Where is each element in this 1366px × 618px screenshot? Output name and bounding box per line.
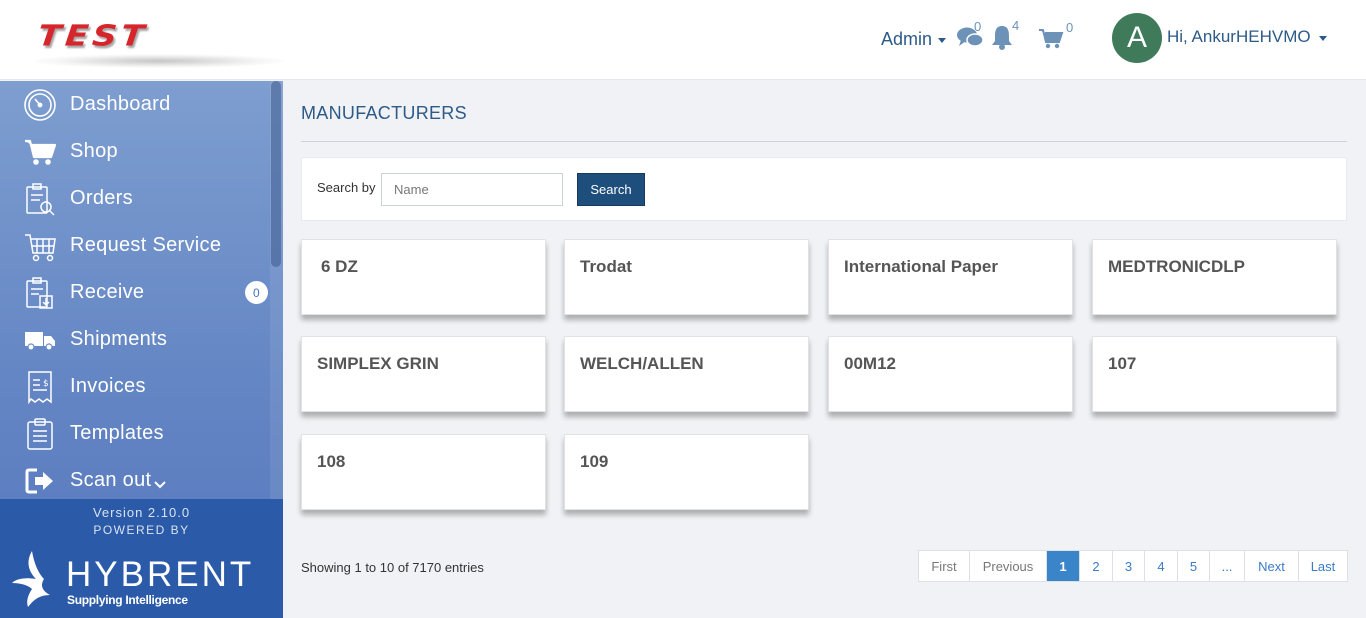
- sidebar-item-dashboard[interactable]: Dashboard: [0, 81, 270, 128]
- powered-by-text: POWERED BY: [93, 523, 190, 537]
- sidebar-item-orders[interactable]: Orders: [0, 175, 270, 222]
- manufacturer-card[interactable]: International Paper: [828, 239, 1073, 315]
- cart-icon[interactable]: [1038, 28, 1064, 55]
- manufacturer-name: 109: [580, 452, 609, 471]
- manufacturer-name: International Paper: [844, 257, 998, 276]
- chevron-down-icon: [154, 473, 166, 496]
- user-greeting: Hi, AnkurHEHVMO: [1167, 27, 1311, 46]
- invoice-receipt-icon: $: [22, 369, 58, 405]
- manufacturer-name: WELCH/ALLEN: [580, 354, 704, 373]
- sidebar-item-label: Shipments: [70, 328, 168, 350]
- manufacturer-card[interactable]: WELCH/ALLEN: [564, 336, 809, 412]
- sidebar: Dashboard Shop Orders Request Service Re…: [0, 81, 283, 618]
- sidebar-item-label: Shop: [70, 140, 118, 162]
- sidebar-item-label: Invoices: [70, 375, 146, 397]
- version-text: Version 2.10.0: [92, 505, 191, 520]
- page-4[interactable]: 4: [1145, 551, 1178, 581]
- messages-count: 0: [974, 19, 982, 34]
- sidebar-item-label: Templates: [70, 422, 164, 444]
- manufacturer-name: 00M12: [844, 354, 896, 373]
- manufacturer-card[interactable]: MEDTRONICDLP: [1092, 239, 1337, 315]
- shopping-cart-icon: [22, 134, 58, 170]
- manufacturer-card[interactable]: 109: [564, 434, 809, 510]
- admin-menu[interactable]: Admin: [881, 29, 947, 50]
- hybrent-tagline: Supplying Intelligence: [67, 593, 188, 607]
- sidebar-item-label: Receive: [70, 281, 145, 303]
- manufacturer-name: 108: [317, 452, 346, 471]
- cart-count: 0: [1066, 20, 1074, 35]
- page-ellipsis[interactable]: ...: [1210, 551, 1245, 581]
- title-divider: [301, 141, 1347, 142]
- caret-down-icon: [938, 38, 947, 43]
- manufacturer-card[interactable]: Trodat: [564, 239, 809, 315]
- sidebar-item-label: Scan out: [70, 469, 152, 491]
- manufacturer-card[interactable]: 00M12: [828, 336, 1073, 412]
- entries-info: Showing 1 to 10 of 7170 entries: [301, 560, 484, 575]
- manufacturer-name: 107: [1108, 354, 1137, 373]
- manufacturer-card[interactable]: 108: [301, 434, 546, 510]
- user-menu[interactable]: Hi, AnkurHEHVMO: [1167, 27, 1327, 47]
- page-first[interactable]: First: [919, 551, 970, 581]
- clipboard-search-icon: [22, 181, 58, 217]
- avatar[interactable]: A: [1112, 13, 1162, 63]
- hybrent-brand-name: HYBRENT: [66, 555, 255, 594]
- manufacturer-name: Trodat: [580, 257, 632, 276]
- receive-count-badge: 0: [245, 281, 268, 304]
- sidebar-item-request-service[interactable]: Request Service: [0, 222, 270, 269]
- sidebar-item-shop[interactable]: Shop: [0, 128, 270, 175]
- manufacturer-card[interactable]: SIMPLEX GRIN: [301, 336, 546, 412]
- manufacturer-name: MEDTRONICDLP: [1108, 257, 1245, 276]
- page-last[interactable]: Last: [1299, 551, 1347, 581]
- page-5[interactable]: 5: [1178, 551, 1210, 581]
- page-2[interactable]: 2: [1080, 551, 1113, 581]
- search-panel: Search by Search: [301, 157, 1347, 221]
- manufacturer-card[interactable]: 107: [1092, 336, 1337, 412]
- svg-text:$: $: [43, 379, 49, 389]
- search-button[interactable]: Search: [577, 173, 645, 206]
- page-1[interactable]: 1: [1047, 551, 1080, 581]
- pagination: First Previous 1 2 3 4 5 ... Next Last: [918, 550, 1348, 582]
- clipboard-list-icon: [22, 416, 58, 452]
- clipboard-receive-icon: [22, 275, 58, 311]
- dashboard-gauge-icon: [22, 87, 58, 123]
- sidebar-footer: Version 2.10.0 POWERED BY HYBRENT Supply…: [0, 499, 283, 618]
- sidebar-item-label: Orders: [70, 187, 133, 209]
- page-previous[interactable]: Previous: [970, 551, 1047, 581]
- manufacturer-name: 6 DZ: [321, 257, 358, 276]
- sidebar-item-shipments[interactable]: Shipments: [0, 316, 270, 363]
- sidebar-item-invoices[interactable]: $ Invoices: [0, 363, 270, 410]
- truck-icon: [22, 322, 58, 358]
- sidebar-item-label: Request Service: [70, 234, 222, 256]
- notifications-count: 4: [1012, 18, 1020, 33]
- manufacturer-name: SIMPLEX GRIN: [317, 354, 439, 373]
- page-title: MANUFACTURERS: [301, 103, 467, 123]
- page-3[interactable]: 3: [1113, 551, 1145, 581]
- admin-menu-label: Admin: [881, 29, 933, 49]
- sidebar-item-scan-out[interactable]: Scan out: [0, 457, 270, 504]
- search-by-label: Search by: [317, 180, 376, 195]
- top-header: TEST Admin 0 4 0 A Hi, AnkurHEHVMO: [0, 0, 1366, 80]
- sidebar-scroll-thumb[interactable]: [271, 81, 281, 267]
- sign-out-icon: [22, 463, 58, 499]
- bell-icon[interactable]: [990, 24, 1014, 55]
- service-cart-icon: [22, 228, 58, 264]
- manufacturer-card[interactable]: 6 DZ: [301, 239, 546, 315]
- sidebar-item-receive[interactable]: Receive 0: [0, 269, 270, 316]
- search-name-input[interactable]: [381, 173, 563, 206]
- logo-text: TEST: [36, 19, 150, 53]
- app-logo[interactable]: TEST: [34, 14, 284, 70]
- sidebar-item-templates[interactable]: Templates: [0, 410, 270, 457]
- caret-down-icon: [1318, 35, 1327, 41]
- sidebar-scrollbar[interactable]: [270, 81, 283, 499]
- page-next[interactable]: Next: [1245, 551, 1299, 581]
- sidebar-item-label: Dashboard: [70, 93, 171, 115]
- hybrent-bird-logo-icon: [10, 549, 54, 614]
- logo-swoosh: [34, 54, 284, 68]
